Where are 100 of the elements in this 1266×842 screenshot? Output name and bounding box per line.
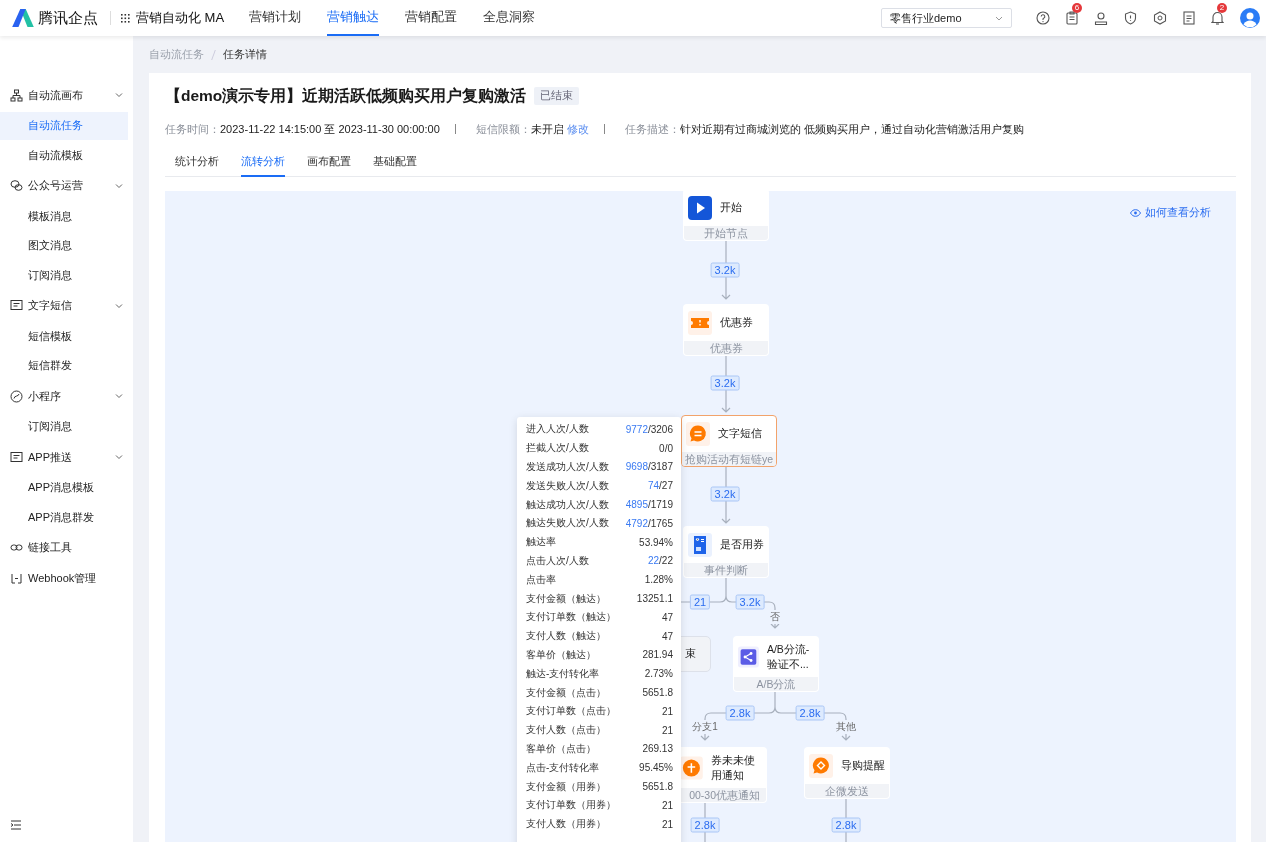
clipboard-icon[interactable] (1066, 11, 1078, 25)
metric-value: 1.28% (644, 574, 673, 586)
sidebar-item[interactable]: APP消息模板 (0, 473, 128, 502)
node-title: 是否用券 (720, 538, 764, 552)
status-tag: 已结束 (534, 87, 580, 105)
play-icon (688, 196, 712, 220)
help-icon[interactable] (1036, 11, 1050, 25)
node-title: 文字短信 (718, 427, 762, 441)
document-icon[interactable] (1183, 11, 1195, 25)
sidebar-item[interactable]: APP消息群发 (0, 503, 128, 531)
metric-value: 269.13 (642, 743, 673, 755)
checklist-icon (688, 533, 712, 557)
message-icon (10, 299, 23, 313)
count-label: 2.8k (690, 817, 720, 833)
bell-icon[interactable] (1211, 11, 1224, 25)
node-subtitle: 优惠券 (684, 341, 768, 355)
breadcrumb-item: 任务详情 (223, 47, 267, 62)
node-subtitle: A/B分流 (734, 677, 818, 691)
count-label: 3.2k (710, 486, 740, 502)
collapse-menu-icon[interactable] (10, 820, 22, 830)
metric-label: 触达成功人次/人数 (526, 497, 609, 512)
metric-value: 47 (661, 611, 673, 623)
help-link[interactable]: 如何查看分析 (1130, 205, 1211, 220)
sidebar-item[interactable]: 短信模板 (0, 322, 128, 350)
metric-value: 0/0 (659, 442, 673, 454)
count-label: 3.2k (710, 375, 740, 391)
sidebar-group[interactable]: 文字短信 (0, 290, 133, 321)
flow-node[interactable]: A/B分流-验证不... A/B分流 (733, 636, 819, 692)
nav-tab[interactable]: 营销配置 (405, 0, 457, 36)
metric-label: 进入人次/人数 (526, 422, 589, 437)
sidebar-group[interactable]: 小程序 (0, 381, 133, 412)
page-tab[interactable]: 流转分析 (241, 148, 285, 177)
eye-icon (1130, 208, 1141, 217)
flow-node[interactable]: 开始 开始节点 (683, 191, 769, 241)
sidebar-item[interactable]: 模板消息 (0, 202, 128, 230)
field-label: 任务时间： (165, 121, 220, 137)
field-value: 未开启 (530, 121, 564, 137)
metric-label: 支付订单数（用券） (526, 798, 616, 813)
metric-value: 13251.1 (636, 593, 673, 605)
count-label: 2.8k (795, 705, 825, 721)
message-icon (10, 450, 23, 464)
page-tab[interactable]: 统计分析 (175, 148, 219, 177)
sidebar-group[interactable]: 链接工具 (0, 532, 133, 563)
metric-value: 4895/1719 (625, 499, 673, 511)
flow-node[interactable]: 是否用券 事件判断 (683, 526, 769, 578)
ticket-icon (688, 311, 712, 335)
sidebar-item[interactable]: 自动流模板 (0, 141, 128, 169)
hexagon-icon[interactable] (1153, 11, 1167, 25)
product-name: 营销自动化 MA (136, 9, 225, 27)
page-tab[interactable]: 画布配置 (307, 148, 351, 177)
metric-value: 53.94% (639, 536, 673, 548)
share-nodes-icon (738, 645, 759, 669)
metric-label: 支付人数（触达） (526, 629, 606, 644)
metric-label: 点击人次/人数 (526, 553, 589, 568)
flow-node[interactable]: 优惠券 优惠券 (683, 304, 769, 356)
user-icon[interactable] (1094, 11, 1108, 25)
nav-tab[interactable]: 营销计划 (249, 0, 301, 36)
account-select[interactable]: 零售行业demo (881, 8, 1012, 28)
metric-value: 9698/3187 (625, 461, 673, 473)
task-title: 【demo演示专用】近期活跃低频购买用户复购激活 (165, 85, 527, 106)
logo-text: 腾讯企点 (38, 8, 98, 28)
metric-value: 21 (661, 724, 673, 736)
page-tab[interactable]: 基础配置 (373, 148, 417, 177)
sidebar-item[interactable]: 短信群发 (0, 351, 128, 380)
metric-value: 5651.8 (642, 687, 673, 699)
metric-label: 支付人数（点击） (526, 723, 606, 738)
flow-node[interactable]: 导购提醒 企微发送 (804, 747, 890, 799)
node-title: 导购提醒 (841, 759, 885, 773)
metric-label: 发送成功人次/人数 (526, 460, 609, 474)
chat-bubble-icon (686, 422, 710, 446)
metric-value: 21 (661, 705, 673, 717)
sidebar-item[interactable]: 订阅消息 (0, 261, 128, 289)
metric-label: 客单价（点击） (526, 741, 596, 756)
flow-node[interactable]: 文字短信 抢购活动有短链ye (681, 415, 777, 467)
node-title: 优惠券 (720, 316, 753, 330)
metric-value: 74/27 (647, 480, 673, 492)
field-value: 2023-11-22 14:15:00 至 2023-11-30 00:00:00 (220, 121, 440, 137)
metric-label: 支付人数（用券） (526, 817, 606, 832)
sidebar-group[interactable]: 自动流画布 (0, 80, 133, 111)
metric-label: 点击-支付转化率 (526, 760, 600, 775)
chat-bubbles-icon (10, 179, 23, 193)
sidebar-item[interactable]: 自动流任务 (0, 111, 128, 140)
shield-icon[interactable] (1124, 11, 1137, 25)
node-subtitle: 开始节点 (684, 226, 768, 240)
avatar-icon[interactable] (1240, 8, 1260, 28)
branch-label: 其他 (836, 720, 856, 734)
sidebar-group[interactable]: 公众号运营 (0, 170, 133, 201)
count-label: 21 (689, 594, 711, 610)
metric-value: 5651.8 (642, 781, 673, 793)
apps-grid-icon[interactable] (121, 13, 130, 23)
sidebar-item[interactable]: 图文消息 (0, 231, 128, 260)
sidebar-group[interactable]: Webhook管理 (0, 563, 133, 594)
nav-tab[interactable]: 营销触达 (327, 0, 379, 36)
field-label: 短信限额： (475, 121, 531, 137)
metric-label: 支付金额（触达） (526, 591, 606, 606)
nav-tab[interactable]: 全息洞察 (483, 0, 535, 36)
sidebar-group[interactable]: APP推送 (0, 442, 133, 473)
sidebar-item[interactable]: 订阅消息 (0, 412, 128, 441)
metric-value: 22/22 (647, 555, 673, 567)
notification-badge: 2 (1217, 3, 1227, 13)
